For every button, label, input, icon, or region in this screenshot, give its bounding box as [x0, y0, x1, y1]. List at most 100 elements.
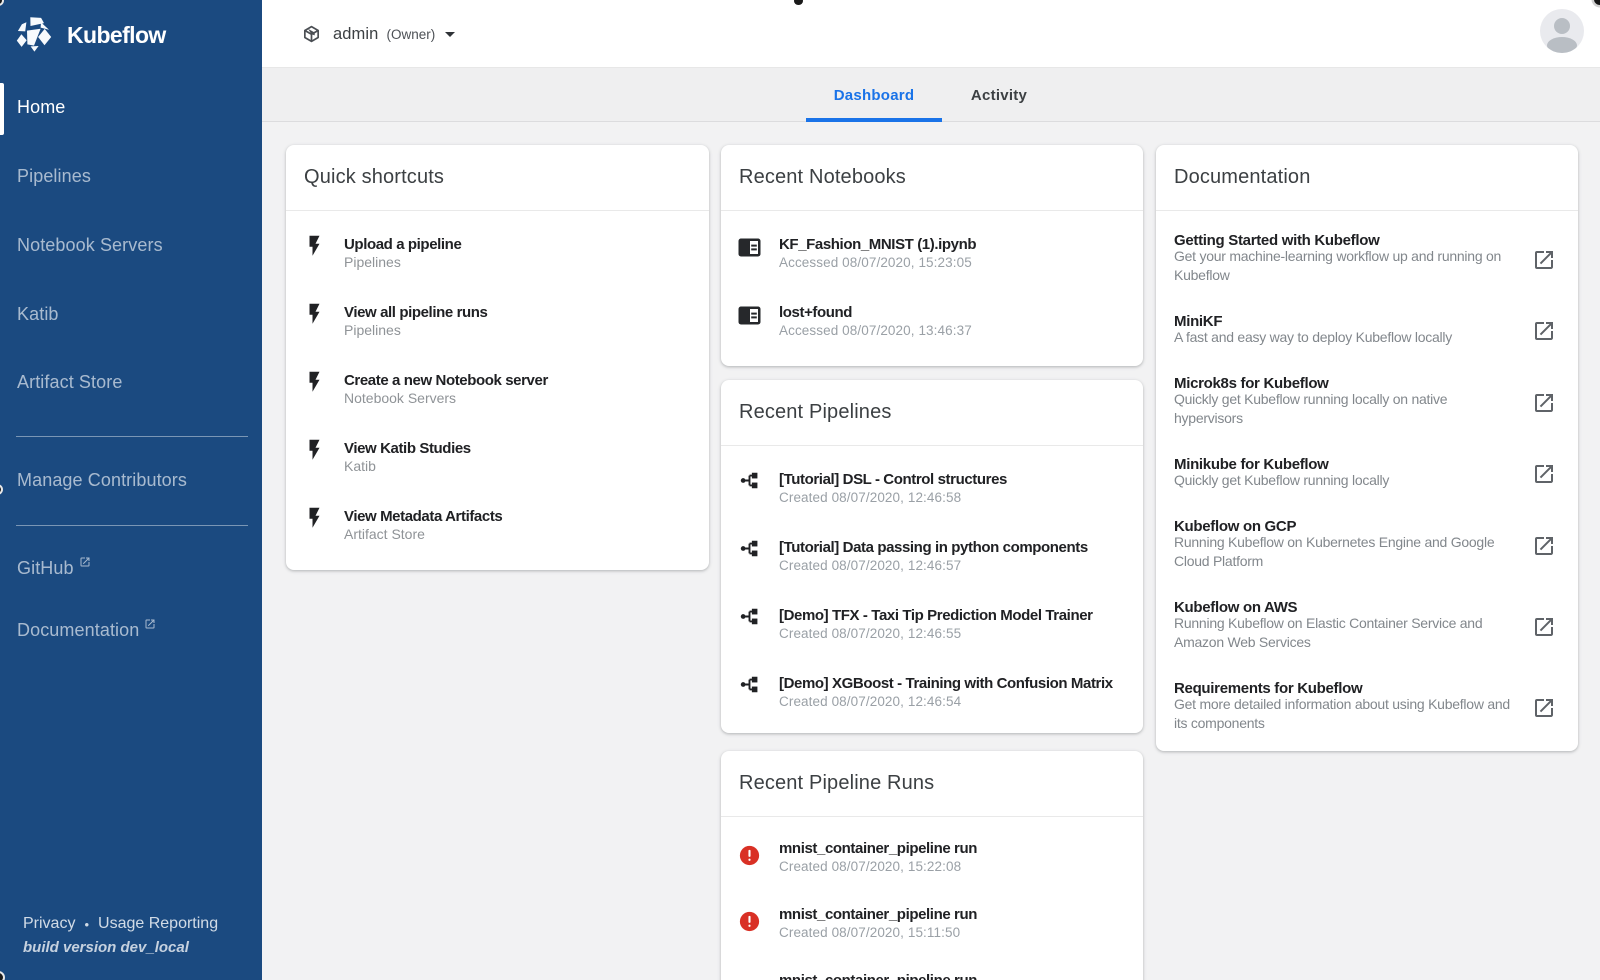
tab-dashboard[interactable]: Dashboard: [806, 68, 942, 122]
sidebar-item-github[interactable]: GitHub: [0, 544, 262, 592]
item-title: mnist_container_pipeline run: [779, 906, 978, 923]
doc-item-title: Minikube for Kubeflow: [1174, 456, 1329, 473]
pipeline-icon: [737, 471, 761, 495]
item-text: mnist_container_pipeline run Created 08/…: [779, 840, 977, 876]
kubeflow-logo[interactable]: Kubeflow: [13, 13, 166, 57]
sidebar-item-katib[interactable]: Katib: [0, 290, 262, 338]
quick-shortcuts-card: Quick shortcuts Upload a pipeline Pipeli…: [286, 145, 709, 570]
item-title: mnist_container_pipeline run: [779, 972, 977, 980]
pipeline-run-item[interactable]: mnist_container_pipeline run Created 08/…: [737, 840, 1125, 876]
card-header: Documentation: [1156, 145, 1578, 211]
build-version: build version dev_local: [23, 939, 189, 956]
card-list: Upload a pipeline Pipelines View all pip…: [286, 211, 709, 570]
sidebar-item-notebook-servers[interactable]: Notebook Servers: [0, 221, 262, 269]
item-title: KF_Fashion_MNIST (1).ipynb: [779, 236, 977, 253]
sidebar-item-documentation[interactable]: Documentation: [0, 606, 262, 654]
item-title: [Demo] TFX - Taxi Tip Prediction Model T…: [779, 607, 1093, 624]
shortcut-upload-pipeline[interactable]: Upload a pipeline Pipelines: [302, 235, 691, 272]
flash-icon: [302, 235, 326, 259]
card-header: Recent Notebooks: [721, 145, 1143, 211]
doc-item-text: Getting Started with Kubeflow Get your m…: [1174, 233, 1520, 285]
sidebar-item-manage-contributors[interactable]: Manage Contributors: [0, 456, 262, 504]
item-title: mnist_container_pipeline run: [779, 840, 978, 857]
recent-pipelines-card: Recent Pipelines [Tutorial] DSL - Contro…: [721, 380, 1143, 733]
tab-activity[interactable]: Activity: [942, 68, 1056, 122]
flash-icon: [302, 507, 326, 531]
item-text: [Demo] TFX - Taxi Tip Prediction Model T…: [779, 607, 1093, 643]
pipeline-item[interactable]: [Demo] XGBoost - Training with Confusion…: [737, 675, 1125, 711]
doc-item-description: Get your machine-learning workflow up an…: [1174, 248, 1502, 283]
doc-link-minikube[interactable]: Minikube for Kubeflow Quickly get Kubefl…: [1174, 456, 1556, 490]
card-list: Getting Started with Kubeflow Get your m…: [1156, 211, 1578, 751]
pipeline-item[interactable]: [Demo] TFX - Taxi Tip Prediction Model T…: [737, 607, 1125, 643]
doc-link-aws[interactable]: Kubeflow on AWS Running Kubeflow on Elas…: [1174, 599, 1556, 652]
sidebar: Kubeflow Home Pipelines Notebook Servers…: [0, 0, 262, 980]
pipeline-run-item[interactable]: mnist_container_pipeline run: [737, 972, 1125, 980]
card-list: [Tutorial] DSL - Control structures Crea…: [721, 446, 1143, 733]
dropdown-caret-icon: [445, 31, 456, 37]
item-title: View Katib Studies: [344, 440, 471, 457]
open-in-new-icon: [1532, 319, 1556, 343]
namespace-selector[interactable]: admin (Owner): [303, 0, 456, 68]
doc-item-title: Requirements for Kubeflow: [1174, 680, 1363, 697]
pipeline-icon: [737, 675, 761, 699]
item-subtitle: Pipelines: [344, 322, 401, 338]
doc-link-minikf[interactable]: MiniKF A fast and easy way to deploy Kub…: [1174, 313, 1556, 347]
doc-item-title: MiniKF: [1174, 313, 1223, 330]
notebook-item[interactable]: lost+found Accessed 08/07/2020, 13:46:37: [737, 304, 1125, 340]
error-icon: [737, 845, 761, 869]
item-title: Create a new Notebook server: [344, 372, 548, 389]
usage-reporting-link[interactable]: Usage Reporting: [98, 915, 218, 933]
sidebar-item-home[interactable]: Home: [0, 83, 262, 131]
pipeline-item[interactable]: [Tutorial] DSL - Control structures Crea…: [737, 471, 1125, 507]
open-in-new-icon: [1532, 696, 1556, 720]
doc-link-requirements[interactable]: Requirements for Kubeflow Get more detai…: [1174, 680, 1556, 733]
item-text: View Katib Studies Katib: [344, 440, 471, 476]
tab-bar: Dashboard Activity: [262, 68, 1600, 122]
item-subtitle: Artifact Store: [344, 526, 425, 542]
notebook-item[interactable]: KF_Fashion_MNIST (1).ipynb Accessed 08/0…: [737, 236, 1125, 272]
shortcut-create-notebook-server[interactable]: Create a new Notebook server Notebook Se…: [302, 371, 691, 408]
item-text: View all pipeline runs Pipelines: [344, 304, 488, 340]
item-timestamp: Created 08/07/2020, 12:46:58: [779, 490, 962, 505]
doc-item-title: Kubeflow on AWS: [1174, 599, 1298, 616]
column-left: Quick shortcuts Upload a pipeline Pipeli…: [286, 122, 709, 570]
flash-icon: [302, 439, 326, 463]
card-list: mnist_container_pipeline run Created 08/…: [721, 817, 1143, 980]
sidebar-item-pipelines[interactable]: Pipelines: [0, 152, 262, 200]
card-list: KF_Fashion_MNIST (1).ipynb Accessed 08/0…: [721, 211, 1143, 366]
item-text: Upload a pipeline Pipelines: [344, 236, 462, 272]
sidebar-footer: Privacy • Usage Reporting build version …: [23, 915, 218, 956]
open-in-new-icon: [1532, 534, 1556, 558]
item-timestamp: Accessed 08/07/2020, 15:23:05: [779, 255, 972, 270]
pipeline-icon: [737, 539, 761, 563]
doc-link-microk8s[interactable]: Microk8s for Kubeflow Quickly get Kubefl…: [1174, 376, 1556, 428]
column-right: Documentation Getting Started with Kubef…: [1156, 122, 1578, 751]
open-in-new-icon: [1532, 462, 1556, 486]
sidebar-item-artifact-store[interactable]: Artifact Store: [0, 358, 262, 406]
recent-notebooks-card: Recent Notebooks KF_Fashion_MNIST (1).ip…: [721, 145, 1143, 366]
item-text: lost+found Accessed 08/07/2020, 13:46:37: [779, 304, 972, 340]
namespace-role: (Owner): [386, 26, 436, 42]
doc-item-description: Quickly get Kubeflow running locally: [1174, 472, 1390, 488]
pipeline-item[interactable]: [Tutorial] Data passing in python compon…: [737, 539, 1125, 575]
doc-item-description: Running Kubeflow on Elastic Container Se…: [1174, 615, 1483, 650]
item-timestamp: Created 08/07/2020, 12:46:55: [779, 626, 962, 641]
recent-pipeline-runs-card: Recent Pipeline Runs mnist_container_pip…: [721, 751, 1143, 980]
shortcut-view-katib-studies[interactable]: View Katib Studies Katib: [302, 439, 691, 476]
doc-item-title: Kubeflow on GCP: [1174, 518, 1297, 535]
doc-link-getting-started[interactable]: Getting Started with Kubeflow Get your m…: [1174, 233, 1556, 285]
item-text: Create a new Notebook server Notebook Se…: [344, 372, 548, 408]
shortcut-view-metadata-artifacts[interactable]: View Metadata Artifacts Artifact Store: [302, 507, 691, 544]
pipeline-run-item[interactable]: mnist_container_pipeline run Created 08/…: [737, 906, 1125, 942]
doc-item-text: MiniKF A fast and easy way to deploy Kub…: [1174, 313, 1520, 347]
card-title: Recent Pipeline Runs: [739, 772, 935, 794]
item-timestamp: Created 08/07/2020, 12:46:57: [779, 558, 962, 573]
user-avatar[interactable]: [1540, 9, 1584, 53]
sidebar-divider-top: [16, 436, 248, 437]
pipeline-icon: [737, 607, 761, 631]
privacy-link[interactable]: Privacy: [23, 915, 75, 933]
namespace-cube-icon: [303, 25, 320, 43]
shortcut-view-pipeline-runs[interactable]: View all pipeline runs Pipelines: [302, 303, 691, 340]
doc-link-gcp[interactable]: Kubeflow on GCP Running Kubeflow on Kube…: [1174, 518, 1556, 571]
